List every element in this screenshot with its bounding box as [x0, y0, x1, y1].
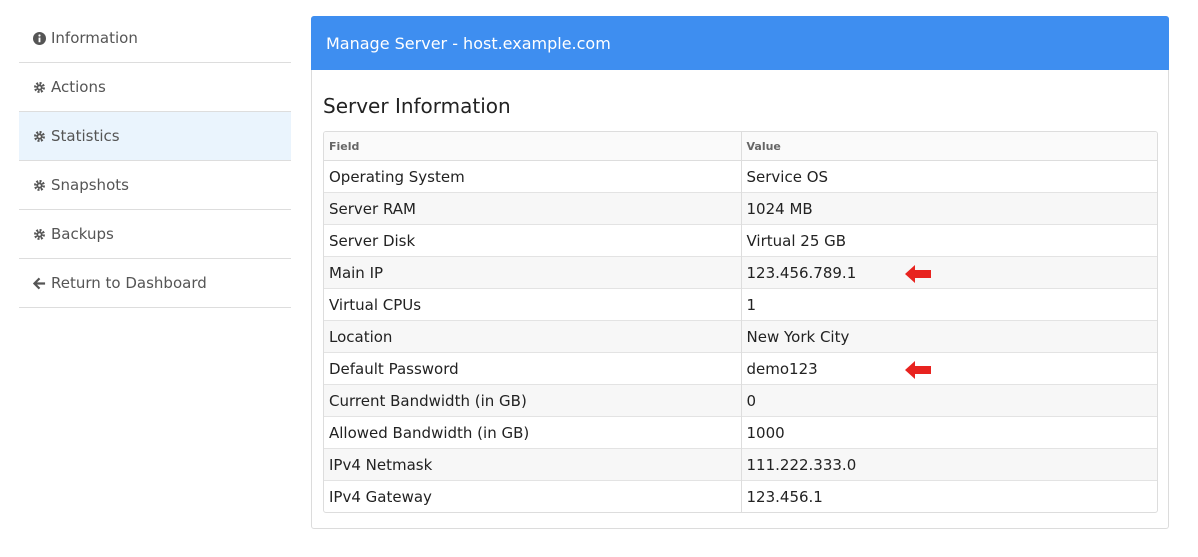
- value-cell: 0: [740, 384, 1157, 417]
- field-cell: Location: [324, 320, 741, 353]
- table-row: Virtual CPUs 1: [324, 288, 1157, 321]
- gear-icon: [33, 228, 49, 241]
- field-cell: Current Bandwidth (in GB): [324, 384, 741, 417]
- field-cell: Allowed Bandwidth (in GB): [324, 416, 741, 449]
- table-row: Current Bandwidth (in GB) 0: [324, 384, 1157, 417]
- value-cell: 123.456.1: [740, 480, 1157, 512]
- sidebar-item-label: Backups: [51, 225, 114, 243]
- sidebar-item-statistics[interactable]: Statistics: [19, 112, 291, 161]
- column-header-field: Field: [324, 132, 741, 161]
- table-row: Location New York City: [324, 320, 1157, 353]
- value-cell: 123.456.789.1: [740, 256, 1157, 289]
- value-cell: Service OS: [740, 160, 1157, 193]
- table-row: Default Password demo123: [324, 352, 1157, 385]
- server-info-table: Field Value Operating System Service OS …: [323, 131, 1158, 513]
- gear-icon: [33, 179, 49, 192]
- table-row: Server Disk Virtual 25 GB: [324, 224, 1157, 257]
- field-cell: Main IP: [324, 256, 741, 289]
- sidebar-item-label: Return to Dashboard: [51, 274, 207, 292]
- gear-icon: [33, 130, 49, 143]
- table-row: Server RAM 1024 MB: [324, 192, 1157, 225]
- value-cell: demo123: [740, 352, 1157, 385]
- value-text: 123.456.789.1: [746, 263, 857, 282]
- value-cell: Virtual 25 GB: [740, 224, 1157, 257]
- value-cell: 1: [740, 288, 1157, 321]
- section-title: Server Information: [323, 94, 511, 118]
- value-cell: 1000: [740, 416, 1157, 449]
- table-row: Allowed Bandwidth (in GB) 1000: [324, 416, 1157, 449]
- sidebar-item-actions[interactable]: Actions: [19, 63, 291, 112]
- arrow-left-icon: [33, 277, 49, 290]
- sidebar-item-snapshots[interactable]: Snapshots: [19, 161, 291, 210]
- value-cell: New York City: [740, 320, 1157, 353]
- sidebar-item-label: Snapshots: [51, 176, 129, 194]
- sidebar: Information Actions Statistics Snapshots…: [19, 14, 291, 308]
- sidebar-item-return-to-dashboard[interactable]: Return to Dashboard: [19, 259, 291, 308]
- field-cell: Server RAM: [324, 192, 741, 225]
- value-cell: 111.222.333.0: [740, 448, 1157, 481]
- field-cell: IPv4 Netmask: [324, 448, 741, 481]
- table-row: Main IP 123.456.789.1: [324, 256, 1157, 289]
- panel-header: Manage Server - host.example.com: [311, 16, 1169, 70]
- sidebar-item-backups[interactable]: Backups: [19, 210, 291, 259]
- value-text: demo123: [746, 359, 818, 378]
- gear-icon: [33, 81, 49, 94]
- field-cell: Default Password: [324, 352, 741, 385]
- field-cell: Server Disk: [324, 224, 741, 257]
- table-header-row: Field Value: [324, 132, 1157, 161]
- field-cell: Operating System: [324, 160, 741, 193]
- manage-server-panel: Manage Server - host.example.com Server …: [311, 16, 1169, 529]
- table-row: IPv4 Netmask 111.222.333.0: [324, 448, 1157, 481]
- column-header-value: Value: [740, 132, 1157, 161]
- value-cell: 1024 MB: [740, 192, 1157, 225]
- sidebar-item-label: Statistics: [51, 127, 120, 145]
- sidebar-item-label: Information: [51, 29, 138, 47]
- red-arrow-icon: [904, 265, 931, 283]
- table-row: IPv4 Gateway 123.456.1: [324, 480, 1157, 512]
- sidebar-item-information[interactable]: Information: [19, 14, 291, 63]
- table-row: Operating System Service OS: [324, 160, 1157, 193]
- sidebar-item-label: Actions: [51, 78, 106, 96]
- red-arrow-icon: [904, 361, 931, 379]
- field-cell: Virtual CPUs: [324, 288, 741, 321]
- field-cell: IPv4 Gateway: [324, 480, 741, 512]
- info-icon: [33, 31, 49, 45]
